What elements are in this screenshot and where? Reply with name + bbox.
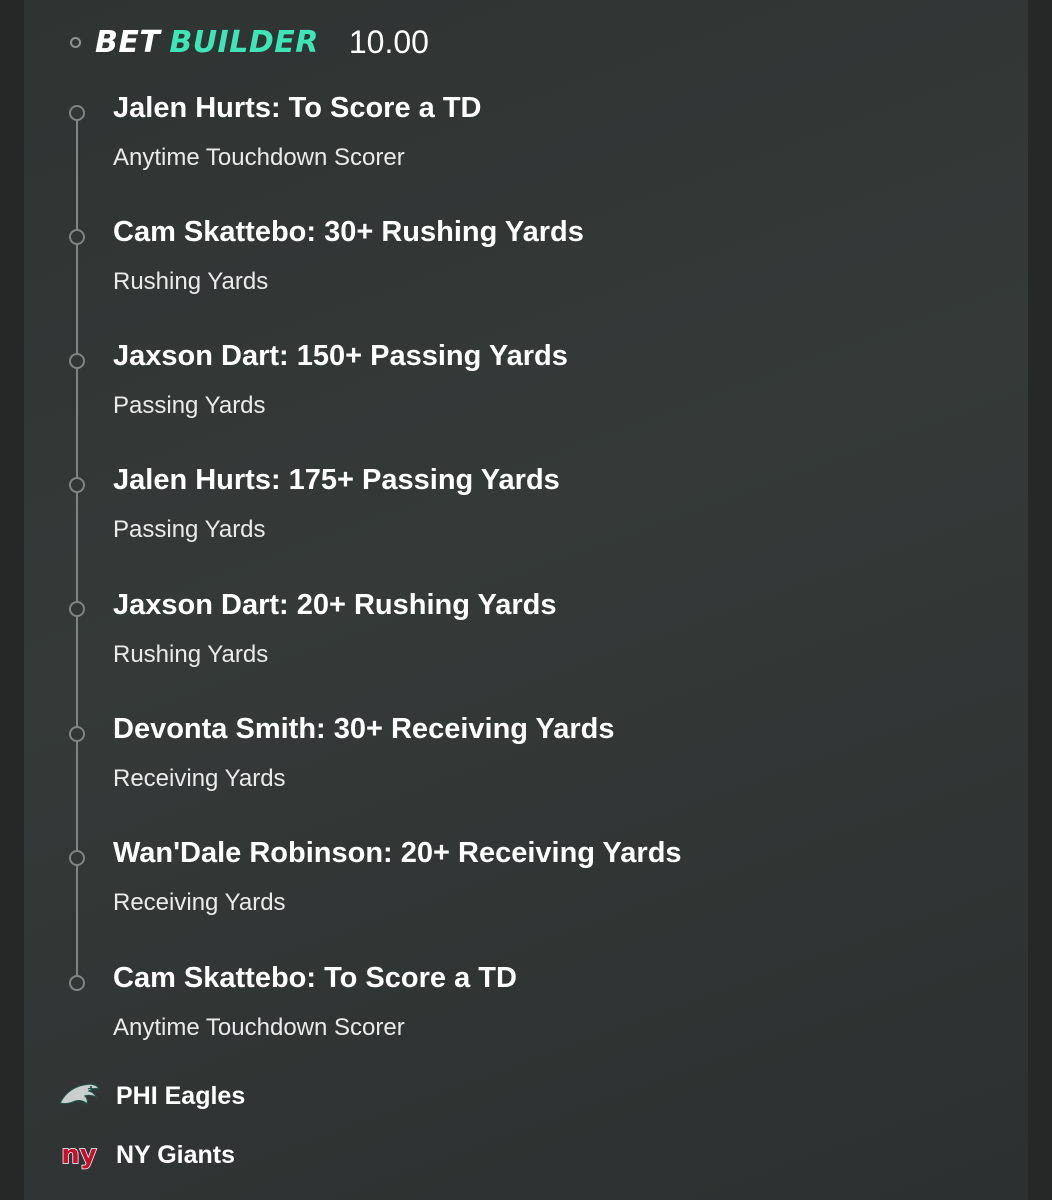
- leg-market: Passing Yards: [113, 516, 266, 543]
- leg-bullet-icon: [69, 975, 85, 991]
- leg-title: Cam Skattebo: 30+ Rushing Yards: [113, 216, 584, 248]
- leg-bullet-icon: [69, 477, 85, 493]
- leg-market: Anytime Touchdown Scorer: [113, 1014, 405, 1041]
- leg-bullet-icon: [69, 229, 85, 245]
- svg-text:ny: ny: [61, 1140, 97, 1170]
- leg-title: Jalen Hurts: 175+ Passing Yards: [113, 464, 560, 496]
- leg-title: Devonta Smith: 30+ Receiving Yards: [113, 713, 615, 745]
- team-row-away: ny NY Giants: [58, 1135, 236, 1175]
- team-name-home: PHI Eagles: [116, 1081, 246, 1110]
- leg-bullet-icon: [69, 601, 85, 617]
- left-edge: [0, 0, 24, 1200]
- screen: BET BUILDER 10.00 Jalen Hurts: To Score …: [0, 0, 1052, 1200]
- leg-item[interactable]: Cam Skattebo: To Score a TD Anytime Touc…: [0, 0, 960, 1041]
- leg-title: Jaxson Dart: 150+ Passing Yards: [113, 340, 568, 372]
- leg-market: Passing Yards: [113, 392, 266, 419]
- eagles-logo-icon: [58, 1080, 100, 1112]
- team-name-away: NY Giants: [116, 1140, 236, 1169]
- leg-market: Rushing Yards: [113, 641, 269, 668]
- leg-bullet-icon: [69, 353, 85, 369]
- giants-logo-icon: ny: [58, 1139, 100, 1171]
- team-row-home: PHI Eagles: [58, 1076, 245, 1116]
- leg-bullet-icon: [69, 726, 85, 742]
- leg-market: Rushing Yards: [113, 268, 269, 295]
- leg-bullet-icon: [69, 850, 85, 866]
- right-edge: [1028, 0, 1052, 1200]
- leg-title: Jaxson Dart: 20+ Rushing Yards: [113, 589, 557, 621]
- leg-market: Receiving Yards: [113, 889, 286, 916]
- leg-market: Anytime Touchdown Scorer: [113, 144, 405, 171]
- leg-title: Cam Skattebo: To Score a TD: [113, 962, 517, 994]
- leg-title: Wan'Dale Robinson: 20+ Receiving Yards: [113, 837, 682, 869]
- leg-market: Receiving Yards: [113, 765, 286, 792]
